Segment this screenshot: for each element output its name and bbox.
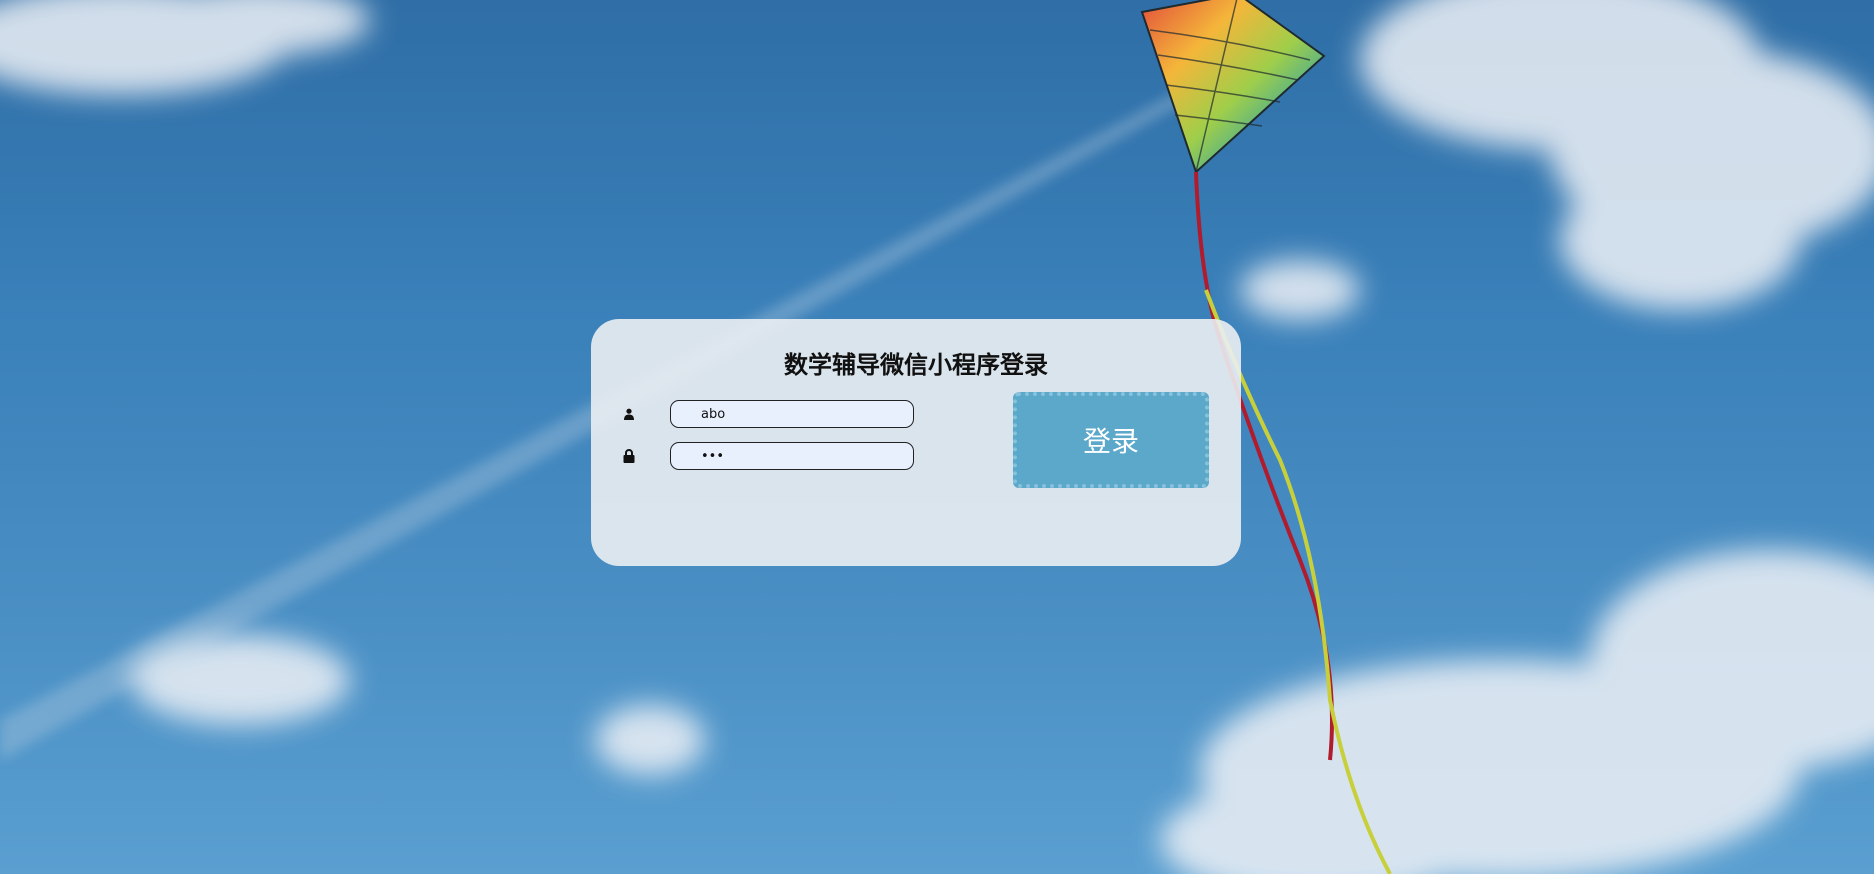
username-input[interactable]	[670, 400, 914, 428]
password-input[interactable]	[670, 442, 914, 470]
login-button[interactable]: 登录	[1013, 392, 1209, 488]
user-icon	[619, 404, 639, 424]
password-row	[619, 442, 914, 470]
lock-icon	[619, 446, 639, 466]
login-title: 数学辅导微信小程序登录	[784, 351, 1048, 379]
login-panel: 数学辅导微信小程序登录 登录	[591, 319, 1241, 566]
username-row	[619, 400, 914, 428]
